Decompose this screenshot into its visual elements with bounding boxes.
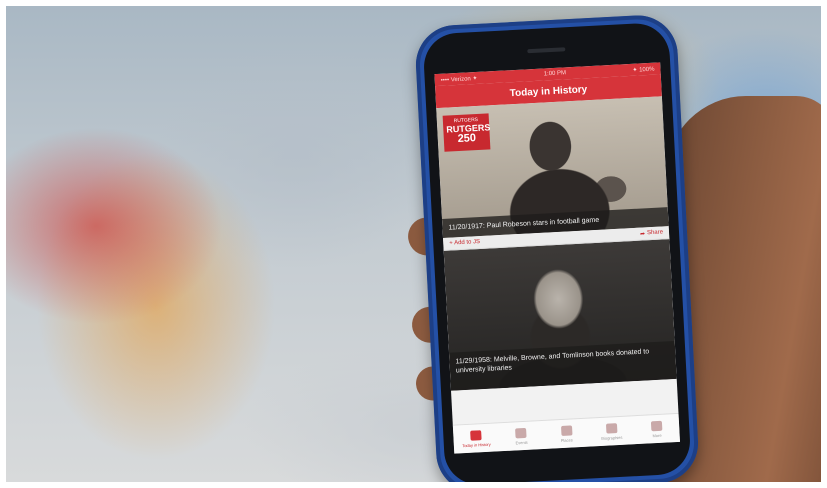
- events-icon: [515, 427, 527, 438]
- photo-scene: •••• Verizon ✦ 1:00 PM ✦ 100% Today in H…: [6, 6, 821, 482]
- calendar-icon: [470, 429, 482, 441]
- share-icon: ➦: [639, 230, 646, 238]
- tab-label: Biographies: [601, 434, 623, 441]
- tab-events[interactable]: Events: [498, 421, 545, 451]
- app-title: Today in History: [509, 83, 588, 99]
- rutgers-250-logo: RUTGERS RUTGERS 250: [442, 113, 491, 152]
- tab-places[interactable]: Places: [543, 419, 590, 449]
- tab-label: Today in History: [462, 441, 491, 448]
- tab-label: Places: [560, 436, 573, 443]
- battery-label: ✦ 100%: [632, 66, 655, 74]
- more-icon: [650, 420, 663, 431]
- smartphone: •••• Verizon ✦ 1:00 PM ✦ 100% Today in H…: [413, 13, 701, 482]
- building-icon: [560, 424, 572, 436]
- add-button[interactable]: + Add to JS: [449, 239, 480, 247]
- person-icon: [605, 422, 618, 434]
- badge-250: 250: [457, 132, 477, 146]
- history-card[interactable]: 11/29/1958: Melville, Browne, and Tomlin…: [443, 239, 677, 391]
- tab-biographies[interactable]: Biographies: [588, 416, 635, 446]
- history-card[interactable]: RUTGERS RUTGERS 250 11/20/1917: Paul Rob…: [436, 96, 669, 238]
- phone-bezel: •••• Verizon ✦ 1:00 PM ✦ 100% Today in H…: [422, 21, 692, 482]
- earpiece-speaker: [527, 47, 566, 54]
- phone-screen: •••• Verizon ✦ 1:00 PM ✦ 100% Today in H…: [434, 62, 680, 454]
- tab-bar: Today in History Events Places Biographi…: [452, 412, 680, 454]
- share-button[interactable]: ➦ Share: [640, 229, 663, 237]
- tab-label: More: [652, 432, 662, 438]
- share-label: Share: [646, 229, 664, 237]
- status-time: 1:00 PM: [543, 70, 567, 78]
- tab-label: Events: [515, 439, 528, 445]
- tab-today-in-history[interactable]: Today in History: [453, 423, 500, 453]
- carrier-label: •••• Verizon ✦: [440, 75, 478, 84]
- tab-more[interactable]: More: [633, 414, 680, 444]
